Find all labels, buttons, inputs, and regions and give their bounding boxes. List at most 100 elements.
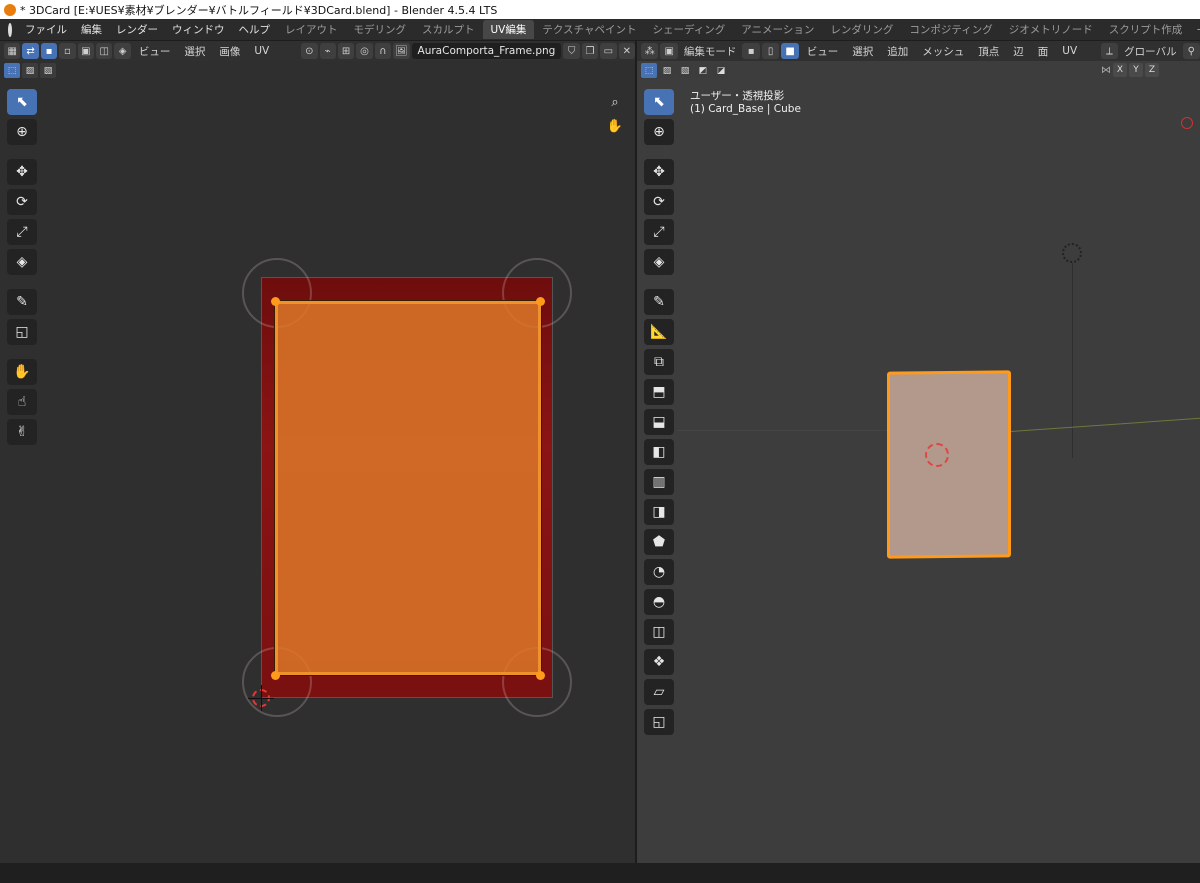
- pivot-icon[interactable]: ⚲: [1182, 43, 1200, 59]
- vp-menu-face[interactable]: 面: [1032, 44, 1055, 59]
- tab-shading[interactable]: シェーディング: [644, 20, 733, 39]
- annotate-tool-icon[interactable]: ✎: [644, 289, 674, 315]
- grab-tool-icon[interactable]: ✋: [7, 359, 37, 385]
- fake-user-icon[interactable]: ⛉: [563, 43, 580, 59]
- snap-target-icon[interactable]: ⊞: [337, 43, 355, 59]
- face-select-icon[interactable]: ▣: [77, 43, 95, 59]
- select-subtract-icon[interactable]: ▧: [40, 63, 56, 78]
- record-icon[interactable]: [1181, 117, 1193, 129]
- edge-select-icon[interactable]: ▫: [59, 43, 76, 59]
- image-name-field[interactable]: AuraComporta_Frame.png: [411, 43, 562, 59]
- zoom-icon[interactable]: ⌕: [604, 91, 626, 113]
- spin-tool-icon[interactable]: ◔: [644, 559, 674, 585]
- tab-rendering[interactable]: レンダリング: [822, 20, 901, 39]
- add-workspace-button[interactable]: +: [1190, 24, 1200, 36]
- vertex-mode-icon[interactable]: ▪: [742, 43, 760, 59]
- uv-menu-view[interactable]: ビュー: [133, 44, 177, 59]
- bevel-tool-icon[interactable]: ◧: [644, 439, 674, 465]
- menu-edit[interactable]: 編集: [74, 22, 109, 37]
- light-icon[interactable]: [1062, 243, 1082, 263]
- image-browse-icon[interactable]: 🖼: [393, 43, 410, 59]
- rotate-tool-icon[interactable]: ⟳: [7, 189, 37, 215]
- select-subtract-icon[interactable]: ▧: [677, 63, 693, 78]
- tab-scripting[interactable]: スクリプト作成: [1101, 20, 1191, 39]
- axis-z-toggle[interactable]: Z: [1145, 63, 1159, 77]
- vp-menu-view[interactable]: ビュー: [801, 44, 845, 59]
- edge-mode-icon[interactable]: ▯: [761, 43, 780, 59]
- select-box-icon[interactable]: ⬚: [4, 63, 20, 78]
- tab-modeling[interactable]: モデリング: [346, 20, 415, 39]
- add-cube-tool-icon[interactable]: ⧉: [644, 349, 674, 375]
- extrude-tool-icon[interactable]: ⬒: [644, 379, 674, 405]
- poly-build-tool-icon[interactable]: ⬟: [644, 529, 674, 555]
- blender-menu-icon[interactable]: [8, 22, 12, 37]
- select-invert-icon[interactable]: ◩: [695, 63, 711, 78]
- uv-vertex[interactable]: [536, 297, 545, 306]
- rip-tool-icon[interactable]: ◱: [7, 319, 37, 345]
- menu-render[interactable]: レンダー: [109, 22, 165, 37]
- transform-tool-icon[interactable]: ◈: [7, 249, 37, 275]
- smooth-tool-icon[interactable]: ◓: [644, 589, 674, 615]
- transform-tool-icon[interactable]: ◈: [644, 249, 674, 275]
- tab-geometry-nodes[interactable]: ジオメトリノード: [1001, 20, 1101, 39]
- pinch-tool-icon[interactable]: ✌: [7, 419, 37, 445]
- vertex-select-icon[interactable]: ▪: [40, 43, 58, 59]
- tab-uv-editing[interactable]: UV編集: [482, 20, 535, 39]
- vp-menu-mesh[interactable]: メッシュ: [916, 44, 970, 59]
- shrink-fatten-tool-icon[interactable]: ❖: [644, 649, 674, 675]
- select-extend-icon[interactable]: ▨: [22, 63, 38, 78]
- vp-menu-edge[interactable]: 辺: [1007, 44, 1030, 59]
- tab-sculpt[interactable]: スカルプト: [414, 20, 483, 39]
- uv-menu-uv[interactable]: UV: [248, 45, 275, 57]
- tab-layout[interactable]: レイアウト: [277, 20, 346, 39]
- inset-tool-icon[interactable]: ⬓: [644, 409, 674, 435]
- mode-dropdown[interactable]: 編集モード: [680, 44, 741, 59]
- uv-editor[interactable]: ▦ ⇄ ▪ ▫ ▣ ◫ ◈ ビュー 選択 画像 UV ⊙ ⌁ ⊞ ◎ ∩ 🖼 A…: [0, 41, 635, 863]
- 3d-viewport[interactable]: ⁂ ▣ 編集モード ▪ ▯ ■ ビュー 選択 追加 メッシュ 頂点 辺 面 UV…: [637, 41, 1200, 863]
- vp-menu-select[interactable]: 選択: [846, 44, 879, 59]
- uv-face-selected[interactable]: [274, 300, 542, 676]
- pan-hand-icon[interactable]: ✋: [604, 115, 626, 137]
- vp-menu-add[interactable]: 追加: [881, 44, 914, 59]
- close-image-icon[interactable]: ✕: [618, 43, 635, 59]
- tab-compositing[interactable]: コンポジティング: [901, 20, 1000, 39]
- cursor-tool-icon[interactable]: ⊕: [7, 119, 37, 145]
- orientation-dropdown[interactable]: グローバル: [1120, 44, 1180, 59]
- sync-selection-icon[interactable]: ⇄: [22, 43, 39, 59]
- scale-tool-icon[interactable]: ⤢: [7, 219, 37, 245]
- uv-menu-image[interactable]: 画像: [213, 44, 246, 59]
- edge-slide-tool-icon[interactable]: ◫: [644, 619, 674, 645]
- scale-tool-icon[interactable]: ⤢: [644, 219, 674, 245]
- object-mode-icon[interactable]: ▣: [660, 43, 678, 59]
- measure-tool-icon[interactable]: 📐: [644, 319, 674, 345]
- knife-tool-icon[interactable]: ◨: [644, 499, 674, 525]
- rotate-tool-icon[interactable]: ⟳: [644, 189, 674, 215]
- loop-cut-tool-icon[interactable]: ▥: [644, 469, 674, 495]
- select-tool-icon[interactable]: ⬉: [7, 89, 37, 115]
- annotate-tool-icon[interactable]: ✎: [7, 289, 37, 315]
- proportional-edit-icon[interactable]: ◎: [356, 43, 373, 59]
- new-image-icon[interactable]: ❐: [581, 43, 599, 59]
- snap-icon[interactable]: ⌁: [319, 43, 336, 59]
- tab-animation[interactable]: アニメーション: [733, 20, 822, 39]
- select-extend-icon[interactable]: ▨: [659, 63, 675, 78]
- card-mesh-selected[interactable]: [887, 370, 1011, 559]
- editor-type-icon[interactable]: ⁂: [641, 43, 659, 59]
- select-tool-icon[interactable]: ⬉: [644, 89, 674, 115]
- select-intersect-icon[interactable]: ◪: [713, 63, 729, 78]
- menu-help[interactable]: ヘルプ: [232, 22, 278, 37]
- tab-texture-paint[interactable]: テクスチャペイント: [534, 20, 644, 39]
- uv-vertex[interactable]: [271, 297, 280, 306]
- uv-vertex[interactable]: [536, 671, 545, 680]
- move-tool-icon[interactable]: ✥: [7, 159, 37, 185]
- vp-menu-uv[interactable]: UV: [1056, 45, 1083, 57]
- menu-window[interactable]: ウィンドウ: [165, 22, 232, 37]
- sticky-select-icon[interactable]: ◈: [114, 43, 131, 59]
- pivot-icon[interactable]: ⊙: [301, 43, 318, 59]
- axis-x-toggle[interactable]: X: [1113, 63, 1127, 77]
- face-mode-icon[interactable]: ■: [781, 43, 799, 59]
- 2d-cursor-icon[interactable]: [248, 685, 274, 711]
- 3d-cursor-icon[interactable]: [925, 443, 949, 467]
- menu-file[interactable]: ファイル: [18, 22, 74, 37]
- orientation-icon[interactable]: ⟂: [1100, 43, 1119, 59]
